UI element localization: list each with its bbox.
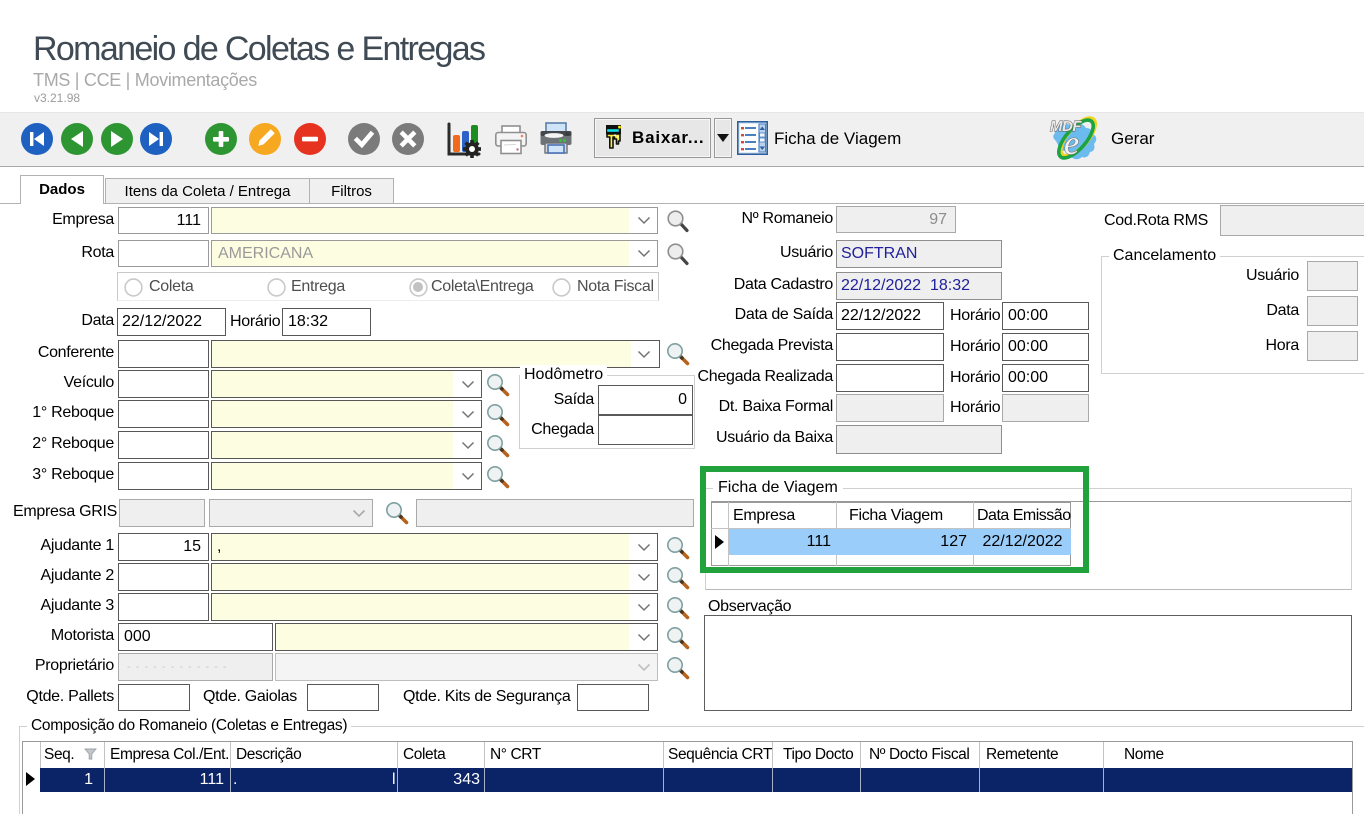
svg-text:e: e	[1064, 125, 1079, 162]
